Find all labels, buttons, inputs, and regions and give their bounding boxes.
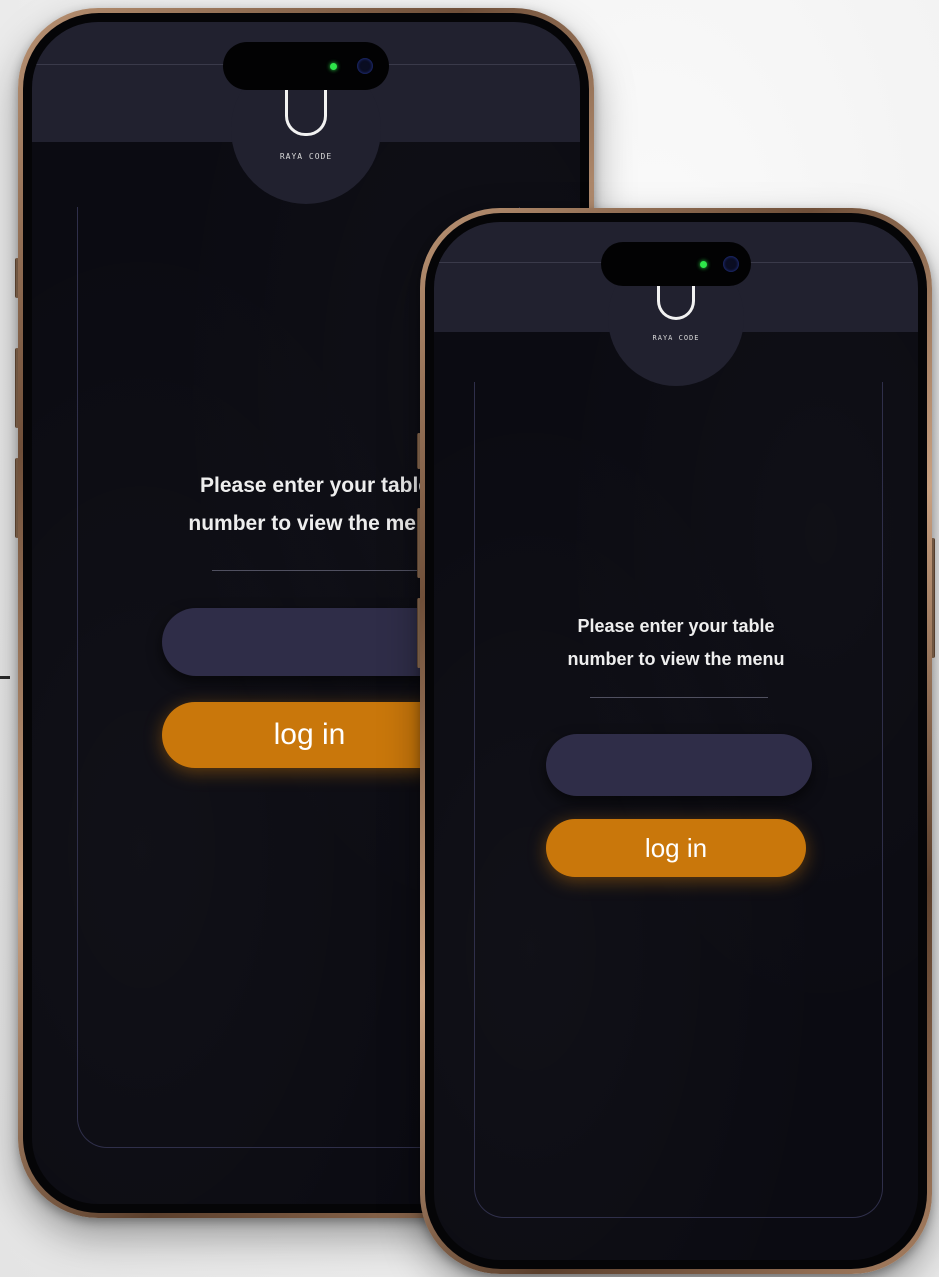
camera-indicator-icon — [700, 261, 707, 268]
phone-screen: RAYA CODE Please enter your table number… — [434, 222, 918, 1260]
camera-indicator-icon — [330, 63, 337, 70]
prompt-underline — [590, 697, 768, 698]
prompt-underline — [212, 570, 427, 571]
dynamic-island — [223, 42, 389, 90]
logo-wordmark: RAYA CODE — [279, 152, 333, 161]
dynamic-island — [601, 242, 751, 286]
front-camera-icon — [357, 58, 373, 74]
phone-mockup-front: RAYA CODE Please enter your table number… — [417, 208, 935, 1274]
prompt-line-1: Please enter your table — [577, 616, 775, 636]
front-camera-icon — [723, 256, 739, 272]
table-number-input[interactable] — [546, 734, 812, 796]
login-button[interactable]: log in — [162, 702, 457, 768]
login-button[interactable]: log in — [546, 819, 806, 877]
prompt-line-2: number to view the menu — [567, 649, 785, 669]
logo-wordmark: RAYA CODE — [652, 334, 700, 342]
edge-mark — [0, 676, 10, 679]
table-prompt: Please enter your table number to view t… — [434, 610, 918, 676]
content-outline — [474, 382, 883, 1218]
